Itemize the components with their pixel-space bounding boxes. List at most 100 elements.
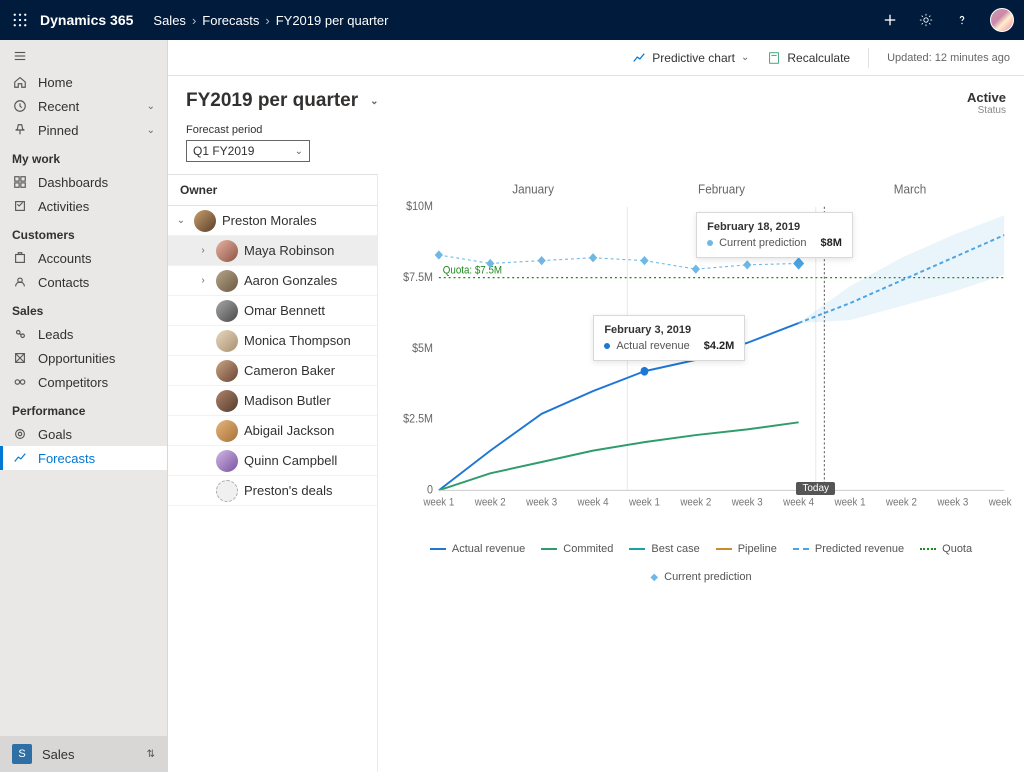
owner-name-label: Aaron Gonzales xyxy=(244,273,337,288)
contacts-icon xyxy=(12,274,28,290)
sidebar-group-my-work: My work xyxy=(0,142,167,170)
svg-text:week 2: week 2 xyxy=(474,497,506,509)
owner-row[interactable]: ›Maya Robinson xyxy=(168,236,377,266)
command-bar: Predictive chart ⌄ Recalculate Updated: … xyxy=(168,40,1024,76)
predictive-chart-button[interactable]: Predictive chart ⌄ xyxy=(632,51,749,65)
avatar xyxy=(216,240,238,262)
forecast-chart: JanuaryFebruaryMarch0$2.5M$5M$7.5M$10MQu… xyxy=(388,174,1014,534)
recalculate-button[interactable]: Recalculate xyxy=(767,51,850,65)
sidebar-group-customers: Customers xyxy=(0,218,167,246)
svg-text:March: March xyxy=(894,182,927,197)
leads-icon xyxy=(12,326,28,342)
svg-text:0: 0 xyxy=(427,484,433,497)
owner-row[interactable]: Preston's deals xyxy=(168,476,377,506)
activity-icon xyxy=(12,198,28,214)
avatar xyxy=(216,450,238,472)
chevron-right-icon[interactable]: › xyxy=(196,275,210,286)
svg-text:$5M: $5M xyxy=(412,342,433,355)
page-title: FY2019 per quarter ⌄ xyxy=(186,90,379,112)
owner-row[interactable]: Abigail Jackson xyxy=(168,416,377,446)
app-launcher-icon[interactable] xyxy=(10,10,30,30)
owner-row[interactable]: ⌄ Preston Morales xyxy=(168,206,377,236)
breadcrumb: Sales › Forecasts › FY2019 per quarter xyxy=(153,13,388,28)
owner-name-label: Preston Morales xyxy=(222,213,317,228)
dashboard-icon xyxy=(12,174,28,190)
avatar xyxy=(216,480,238,502)
legend-item: ◆Current prediction xyxy=(650,571,751,583)
sidebar-item-opportunities[interactable]: Opportunities xyxy=(0,346,167,370)
avatar xyxy=(216,420,238,442)
help-icon[interactable] xyxy=(954,12,970,28)
owner-row[interactable]: Omar Bennett xyxy=(168,296,377,326)
hamburger-button[interactable] xyxy=(0,42,167,70)
chart-area: JanuaryFebruaryMarch0$2.5M$5M$7.5M$10MQu… xyxy=(378,174,1024,772)
svg-text:week 3: week 3 xyxy=(731,497,763,509)
forecast-period-select[interactable]: Q1 FY2019 ⌄ xyxy=(186,140,310,162)
brand-label: Dynamics 365 xyxy=(40,12,133,28)
updated-timestamp: Updated: 12 minutes ago xyxy=(887,52,1010,64)
breadcrumb-sep: › xyxy=(192,13,196,28)
sidebar-item-forecasts[interactable]: Forecasts xyxy=(0,446,167,470)
area-switcher[interactable]: S Sales ⇅ xyxy=(0,736,167,772)
pin-icon xyxy=(12,122,28,138)
sidebar-item-pinned[interactable]: Pinned⌄ xyxy=(0,118,167,142)
chevron-down-icon[interactable]: ⌄ xyxy=(174,215,188,226)
owner-row[interactable]: Madison Butler xyxy=(168,386,377,416)
sidebar-item-dashboards[interactable]: Dashboards xyxy=(0,170,167,194)
svg-text:week 1: week 1 xyxy=(628,497,660,509)
legend-item: Commited xyxy=(541,543,613,555)
chevron-right-icon[interactable]: › xyxy=(196,245,210,256)
chevron-down-icon: ⌄ xyxy=(741,52,749,63)
sidebar-item-goals[interactable]: Goals xyxy=(0,422,167,446)
sidebar-item-contacts[interactable]: Contacts xyxy=(0,270,167,294)
svg-text:week 4: week 4 xyxy=(988,497,1014,509)
sidebar-item-leads[interactable]: Leads xyxy=(0,322,167,346)
svg-text:week 3: week 3 xyxy=(936,497,968,509)
plus-icon[interactable] xyxy=(882,12,898,28)
owner-name-label: Preston's deals xyxy=(244,483,332,498)
owner-name-label: Omar Bennett xyxy=(244,303,325,318)
chevron-down-icon: ⌄ xyxy=(147,125,155,136)
svg-text:week 2: week 2 xyxy=(679,497,711,509)
goals-icon xyxy=(12,426,28,442)
svg-text:week 2: week 2 xyxy=(885,497,917,509)
sidebar-item-accounts[interactable]: Accounts xyxy=(0,246,167,270)
avatar xyxy=(216,330,238,352)
svg-text:$7.5M: $7.5M xyxy=(403,271,433,284)
page-header: FY2019 per quarter ⌄ Active Status xyxy=(168,76,1024,124)
user-avatar[interactable] xyxy=(990,8,1014,32)
chevron-down-icon: ⌄ xyxy=(295,146,303,157)
owner-name-label: Madison Butler xyxy=(244,393,331,408)
sidebar-item-home[interactable]: Home xyxy=(0,70,167,94)
forecast-period-field: Forecast period Q1 FY2019 ⌄ xyxy=(168,124,1024,174)
calculator-icon xyxy=(767,51,781,65)
chart-legend: Actual revenueCommitedBest casePipelineP… xyxy=(388,543,1014,583)
owner-row[interactable]: › Aaron Gonzales xyxy=(168,266,377,296)
sidebar-group-performance: Performance xyxy=(0,394,167,422)
owner-row[interactable]: Cameron Baker xyxy=(168,356,377,386)
forecasts-icon xyxy=(12,450,28,466)
recent-icon xyxy=(12,98,28,114)
gear-icon[interactable] xyxy=(918,12,934,28)
svg-text:February: February xyxy=(698,182,746,197)
app-header: Dynamics 365 Sales › Forecasts › FY2019 … xyxy=(0,0,1024,40)
content-area: Predictive chart ⌄ Recalculate Updated: … xyxy=(168,40,1024,772)
legend-item: Predicted revenue xyxy=(793,543,904,555)
hamburger-icon xyxy=(12,48,28,64)
svg-text:$2.5M: $2.5M xyxy=(403,413,433,426)
sidebar: HomeRecent⌄Pinned⌄ My workDashboardsActi… xyxy=(0,40,168,772)
chevron-down-icon[interactable]: ⌄ xyxy=(370,96,378,107)
sidebar-item-competitors[interactable]: Competitors xyxy=(0,370,167,394)
record-status: Active Status xyxy=(967,90,1006,116)
competitors-icon xyxy=(12,374,28,390)
owner-row[interactable]: Monica Thompson xyxy=(168,326,377,356)
breadcrumb-item[interactable]: Forecasts xyxy=(202,13,259,28)
sidebar-item-activities[interactable]: Activities xyxy=(0,194,167,218)
breadcrumb-item[interactable]: FY2019 per quarter xyxy=(276,13,389,28)
owner-row[interactable]: Quinn Campbell xyxy=(168,446,377,476)
legend-item: Pipeline xyxy=(716,543,777,555)
breadcrumb-item[interactable]: Sales xyxy=(153,13,186,28)
sidebar-item-recent[interactable]: Recent⌄ xyxy=(0,94,167,118)
svg-text:Quota: $7.5M: Quota: $7.5M xyxy=(443,265,502,277)
avatar xyxy=(216,360,238,382)
